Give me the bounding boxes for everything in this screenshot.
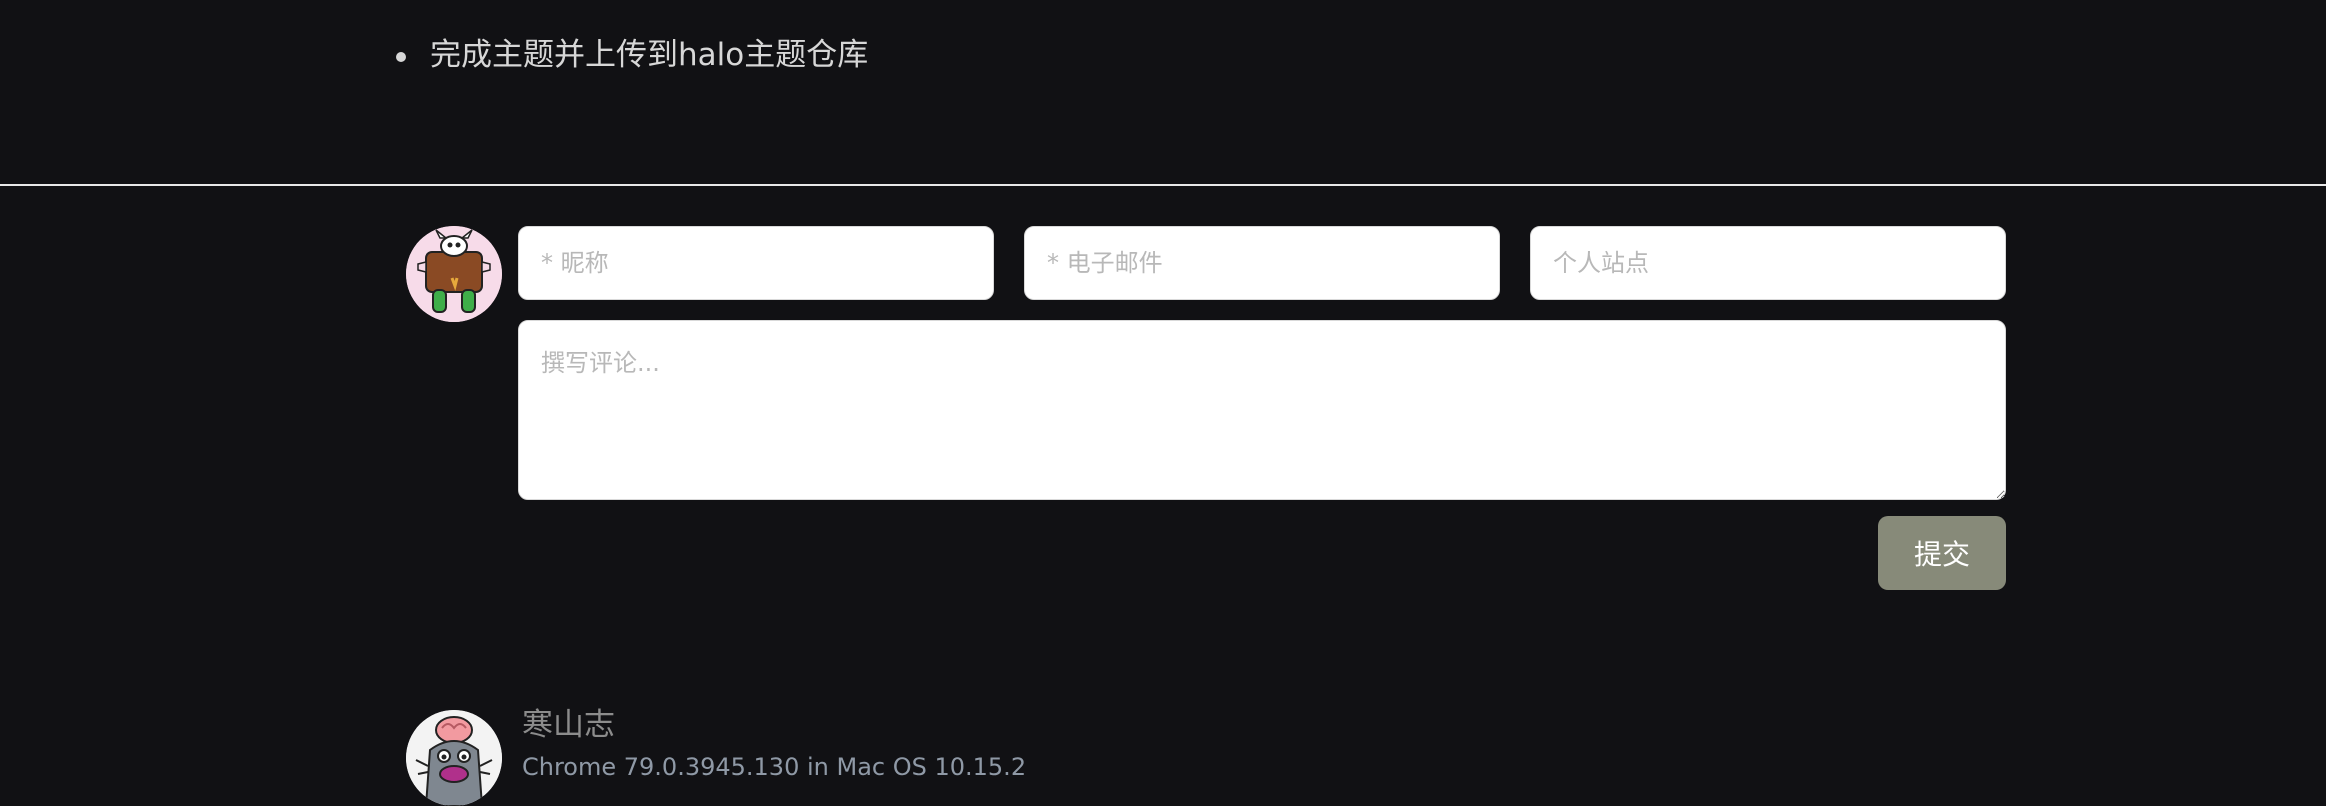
site-input[interactable] xyxy=(1530,226,2006,300)
comment-textarea[interactable] xyxy=(518,320,2006,500)
comment-user-agent: Chrome 79.0.3945.130 in Mac OS 10.15.2 xyxy=(522,753,1027,781)
monster-avatar-icon xyxy=(406,226,502,322)
comment-author-name: 寒山志 xyxy=(522,707,615,743)
submit-button[interactable]: 提交 xyxy=(1878,516,2006,590)
email-input[interactable] xyxy=(1024,226,1500,300)
bullet-icon xyxy=(396,52,406,62)
section-divider xyxy=(0,184,2326,186)
todo-list: 完成主题并上传到halo主题仓库 xyxy=(390,28,868,82)
todo-item: 完成主题并上传到halo主题仓库 xyxy=(390,28,868,82)
comment-author-avatar xyxy=(406,710,502,806)
commenter-avatar xyxy=(406,226,502,322)
nickname-input[interactable] xyxy=(518,226,994,300)
brain-monster-avatar-icon xyxy=(406,710,502,806)
todo-item-text: 完成主题并上传到halo主题仓库 xyxy=(430,37,869,73)
